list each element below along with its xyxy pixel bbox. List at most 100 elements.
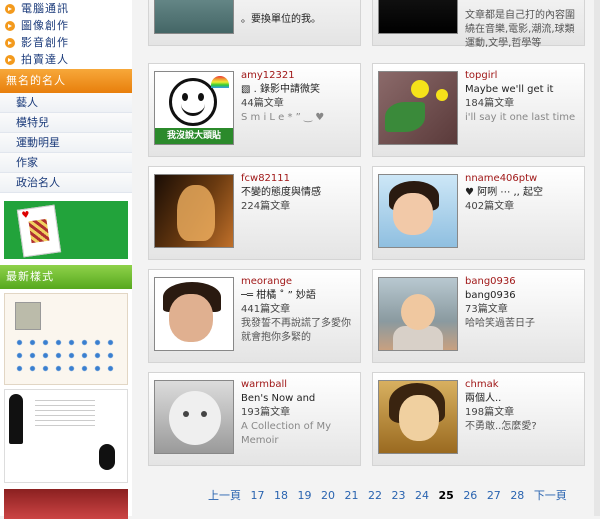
prev-page-link[interactable]: 上一頁 [208,489,241,502]
blog-tile[interactable]: chmak 兩個人.. 198篇文章 不勇敢..怎麼愛? [372,372,585,466]
blog-tile[interactable]: 文章都是自己打的內容圍繞在音樂,電影,潮流,球類運動,文學,哲學等 [372,0,585,49]
category-label: 拍賣達人 [21,53,69,66]
pagination: 上一頁 17 18 19 20 21 22 23 24 25 26 27 28 … [208,488,573,504]
sidebar: 電腦通訊 圖像創作 影音創作 拍賣達人 無名的名人 藝人 模特兒 運動明星 作家… [0,0,132,519]
blog-username[interactable]: warmball [241,378,359,392]
page-link[interactable]: 18 [274,489,288,502]
photo-figure [169,294,213,342]
blog-avatar[interactable] [378,0,458,34]
blog-tile[interactable]: warmball Ben's Now and 193篇文章 A Collecti… [148,372,361,466]
blog-description: S m i L e * ” ‿ ♥ [241,112,325,123]
category-label: 影音創作 [21,36,69,49]
blog-tile[interactable]: bang0936 bang0936 73篇文章 哈哈笑過苦日子 [372,269,585,363]
category-item[interactable]: 拍賣達人 [0,51,132,68]
famous-item[interactable]: 作家 [0,153,132,173]
page-link[interactable]: 17 [251,489,265,502]
page-link[interactable]: 21 [345,489,359,502]
photo-figure [399,395,439,441]
icon-grid [13,336,119,378]
blog-title[interactable]: Ben's Now and [241,392,359,406]
page-link[interactable]: 19 [298,489,312,502]
page-link[interactable]: 26 [463,489,477,502]
blog-description: 哈哈笑過苦日子 [465,318,535,329]
blog-tile[interactable]: topgirl Maybe we'll get it 184篇文章 i'll s… [372,63,585,157]
blog-avatar[interactable] [378,277,458,351]
blog-title[interactable]: ▧ . 錄影中請微笑 [241,83,359,97]
blog-tile[interactable]: 。要換單位的我。 [148,0,361,46]
blog-description: 不勇敢..怎麼愛? [465,421,537,432]
blog-tile[interactable]: meorange ─═ 柑橘 ˚ ” 妙語 441篇文章 我發誓不再說謊了多愛你… [148,269,361,363]
post-count: 184篇文章 [465,98,515,109]
blog-tile[interactable]: 我沒說大頭貼 amy12321 ▧ . 錄影中請微笑 44篇文章 S m i L… [148,63,361,157]
post-count: 198篇文章 [465,407,515,418]
blog-avatar[interactable] [154,0,234,34]
blog-title[interactable]: ─═ 柑橘 ˚ ” 妙語 [241,289,359,303]
blog-username[interactable]: nname406ptw [465,172,583,186]
category-list: 電腦通訊 圖像創作 影音創作 拍賣達人 [0,0,132,68]
page-link[interactable]: 28 [510,489,524,502]
style-thumbnail[interactable] [4,293,128,385]
blog-title[interactable]: 兩個人.. [465,392,583,406]
post-count: 193篇文章 [241,407,291,418]
blog-title[interactable]: ♥ 阿咧 ⋯ ,, 起空 [465,186,583,200]
blog-avatar[interactable]: 我沒說大頭貼 [154,71,234,145]
blog-avatar[interactable] [378,71,458,145]
famous-item[interactable]: 政治名人 [0,173,132,193]
arrow-bullet-icon [5,4,15,14]
famous-item[interactable]: 運動明星 [0,133,132,153]
next-page-link[interactable]: 下一頁 [534,489,567,502]
photo-figure [169,391,221,445]
post-count: 224篇文章 [241,201,291,212]
photo-figure [393,193,433,235]
category-item[interactable]: 圖像創作 [0,17,132,34]
blog-title[interactable]: bang0936 [465,289,583,303]
blog-username[interactable]: bang0936 [465,275,583,289]
blog-list: 。要換單位的我。 文章都是自己打的內容圍繞在音樂,電影,潮流,球類運動,文學,哲… [138,0,600,516]
style-thumbnail[interactable] [4,389,128,483]
leaf-shape [385,102,425,132]
blog-username[interactable]: fcw82111 [241,172,359,186]
blog-avatar[interactable] [378,380,458,454]
blog-title[interactable]: 不變的態度與情感 [241,186,359,200]
photo-figure [401,294,435,330]
playing-card-icon [16,204,62,258]
blog-avatar[interactable] [378,174,458,248]
blog-username[interactable]: chmak [465,378,583,392]
page-link[interactable]: 23 [392,489,406,502]
text-lines [35,400,95,430]
page-link[interactable]: 22 [368,489,382,502]
style-thumbnail[interactable] [4,489,128,519]
photo-figure [177,185,215,241]
post-count: 44篇文章 [241,98,284,109]
vertical-scrollbar[interactable] [594,0,600,516]
blog-tile[interactable]: fcw82111 不變的態度與情感 224篇文章 [148,166,361,260]
playing-card-banner[interactable] [4,201,128,259]
blog-tile[interactable]: nname406ptw ♥ 阿咧 ⋯ ,, 起空 402篇文章 [372,166,585,260]
avatar-caption: 我沒說大頭貼 [155,128,233,144]
blog-description: i'll say it one last time [465,112,576,123]
category-item[interactable]: 影音創作 [0,34,132,51]
blog-avatar[interactable] [154,380,234,454]
famous-item[interactable]: 藝人 [0,93,132,113]
blog-avatar[interactable] [154,277,234,351]
blog-avatar[interactable] [154,174,234,248]
newest-styles-header: 最新樣式 [0,265,132,289]
blog-username[interactable]: meorange [241,275,359,289]
famous-list: 藝人 模特兒 運動明星 作家 政治名人 [0,93,132,193]
profile-photo [15,302,41,330]
rainbow-icon [211,76,229,88]
blog-title[interactable]: Maybe we'll get it [465,83,583,97]
page-link[interactable]: 20 [321,489,335,502]
famous-item[interactable]: 模特兒 [0,113,132,133]
category-item[interactable]: 電腦通訊 [0,0,132,17]
post-count: 441篇文章 [241,304,291,315]
ink-figure [99,444,115,470]
famous-header: 無名的名人 [0,69,132,93]
page-link[interactable]: 27 [487,489,501,502]
page-link[interactable]: 24 [415,489,429,502]
ink-figure [9,394,23,444]
blog-username[interactable]: topgirl [465,69,583,83]
arrow-bullet-icon [5,38,15,48]
blog-description: 文章都是自己打的內容圍繞在音樂,電影,潮流,球類運動,文學,哲學等 [465,10,575,49]
blog-username[interactable]: amy12321 [241,69,359,83]
